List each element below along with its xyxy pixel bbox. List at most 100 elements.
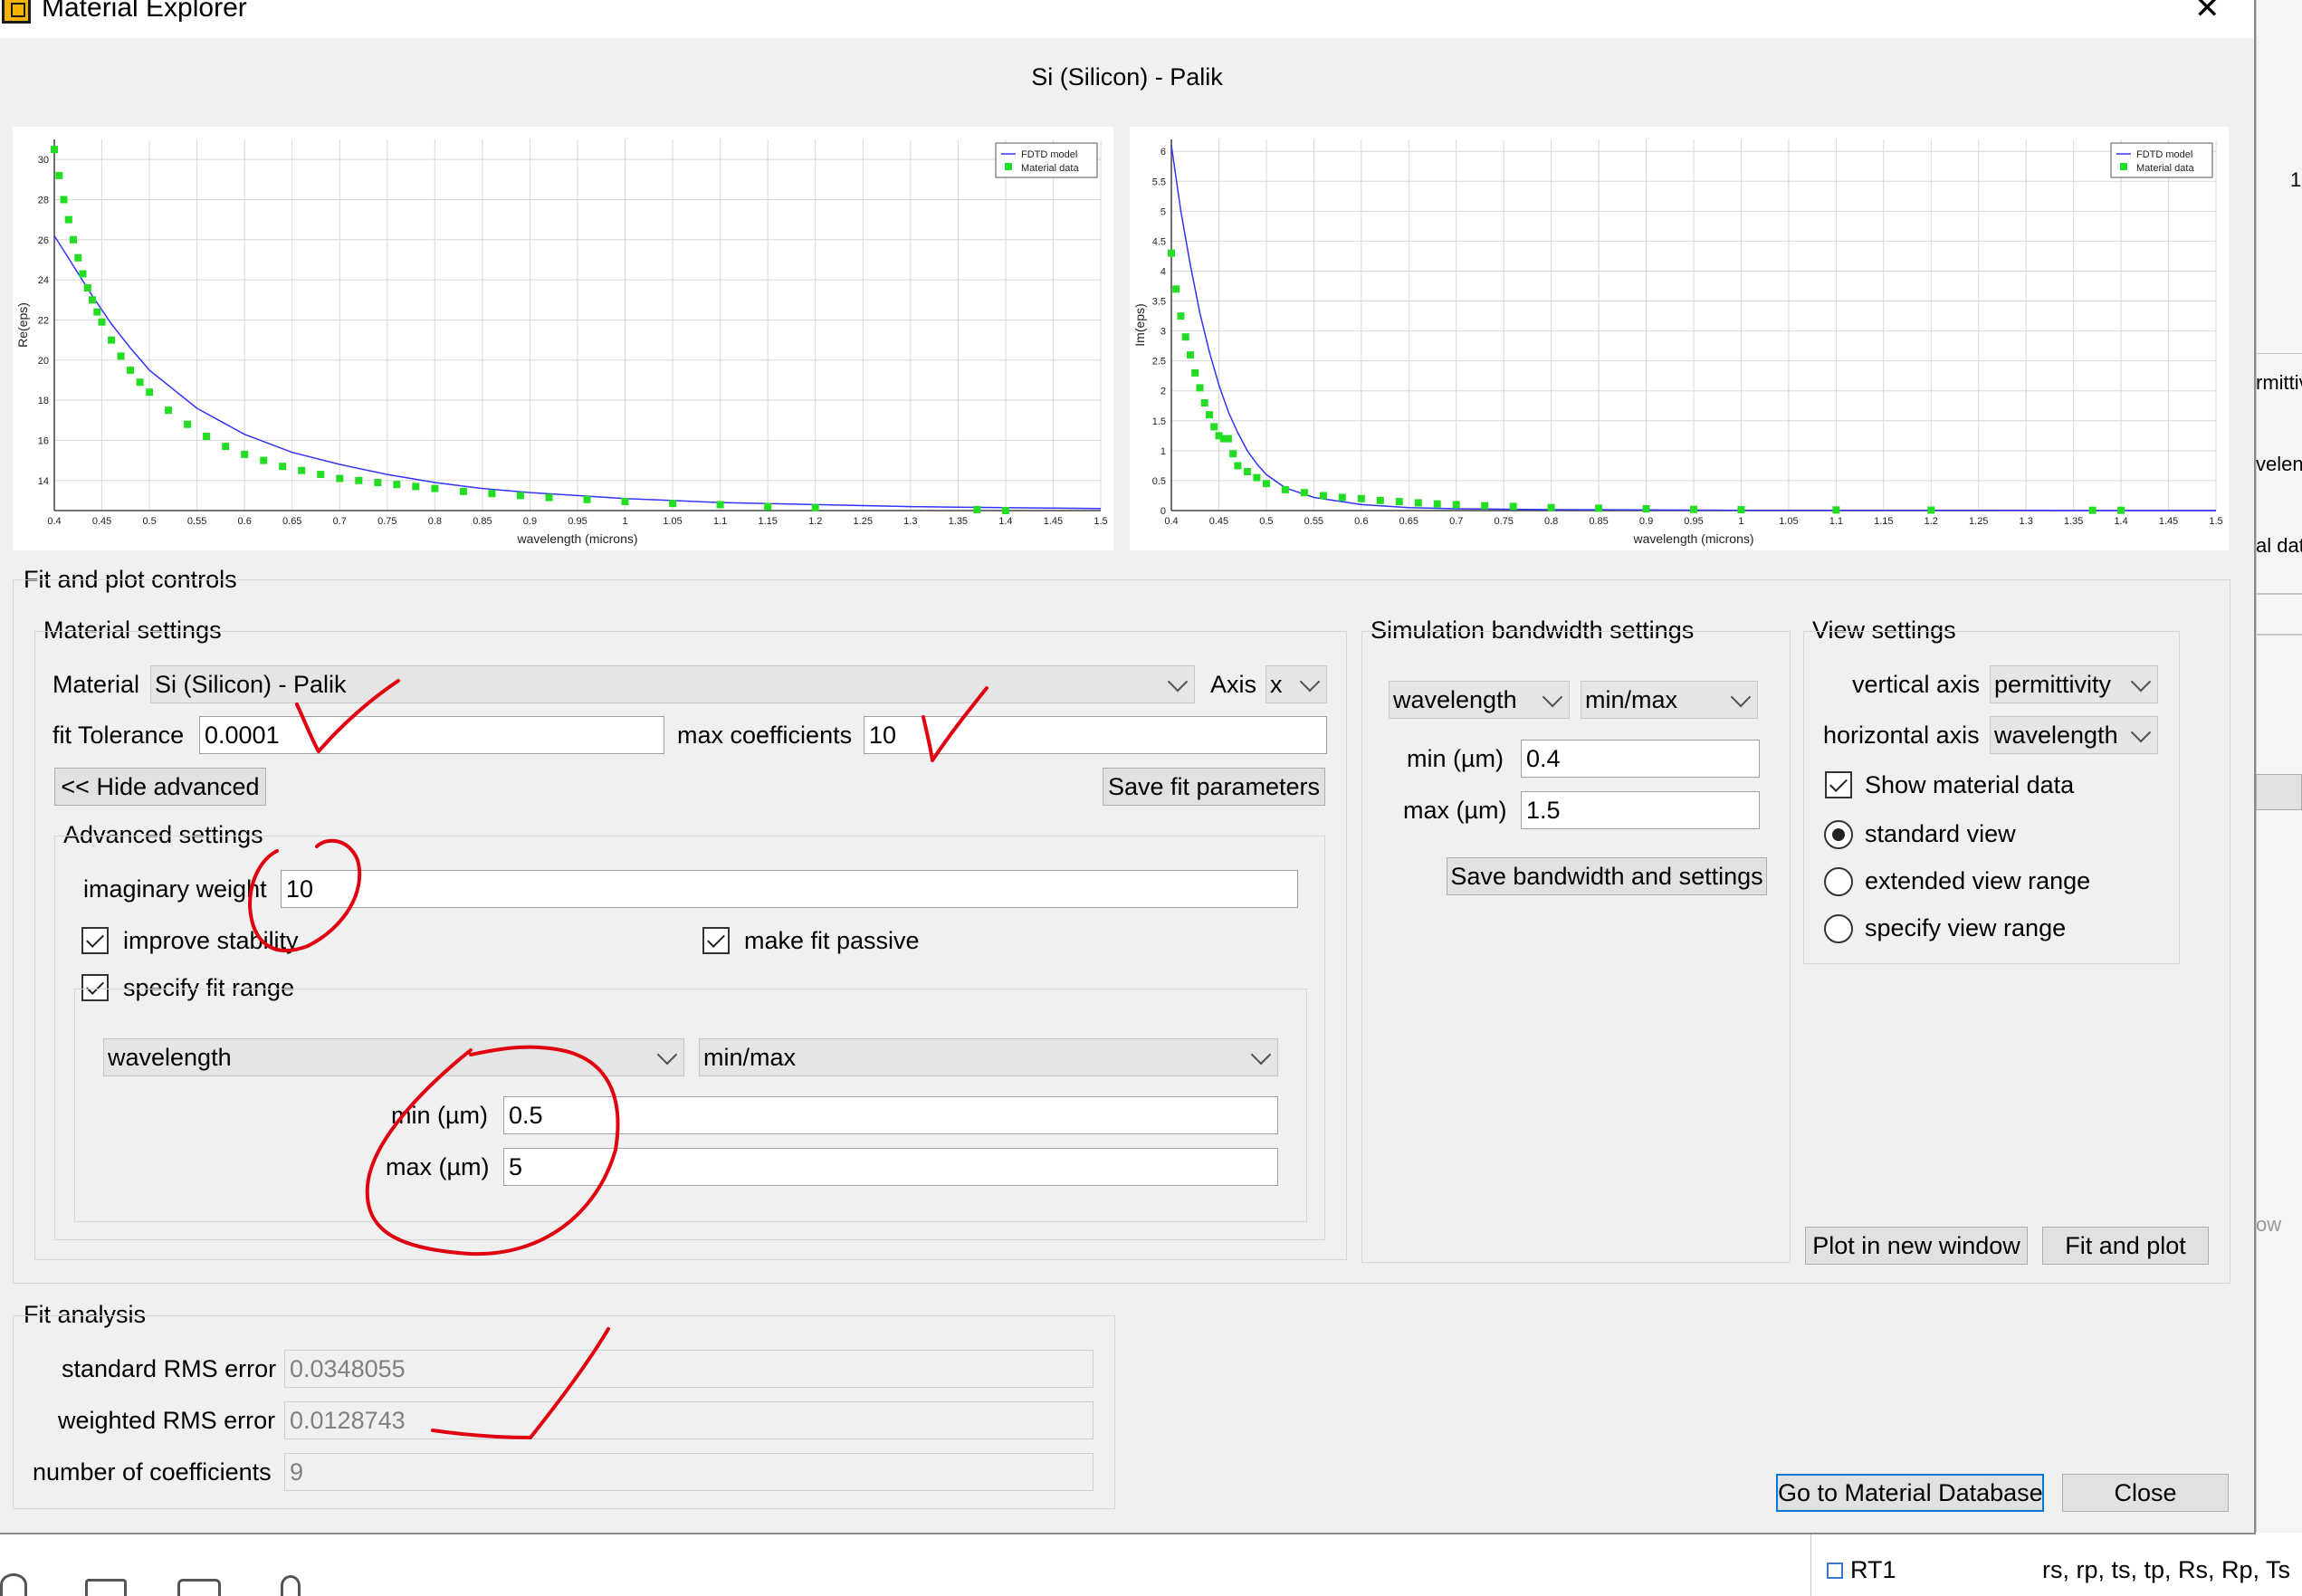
data-point <box>1281 485 1289 493</box>
save-fit-parameters-button[interactable]: Save fit parameters <box>1103 768 1325 806</box>
y-tick-label: 5 <box>1161 206 1166 217</box>
weighted-rms-label: weighted RMS error <box>58 1407 276 1434</box>
data-point <box>1300 489 1308 497</box>
horizontal-axis-value: wavelength <box>1994 722 2118 749</box>
standard-rms-label: standard RMS error <box>62 1355 277 1382</box>
standard-view-radio[interactable] <box>1824 820 1853 849</box>
bandwidth-min-label: min (µm) <box>1407 745 1504 772</box>
axis-select[interactable]: x <box>1266 665 1327 703</box>
data-point <box>716 501 724 509</box>
bandwidth-min-input[interactable]: 0.4 <box>1521 740 1760 778</box>
data-point <box>2088 506 2097 514</box>
close-icon[interactable]: ✕ <box>2194 0 2221 24</box>
fit-range-min-input[interactable]: 0.5 <box>503 1096 1278 1134</box>
improve-stability-checkbox[interactable] <box>81 927 109 954</box>
bandwidth-mode-select[interactable]: min/max <box>1581 681 1758 719</box>
data-point <box>79 270 87 278</box>
y-tick-label: 24 <box>38 275 49 286</box>
data-point <box>1001 507 1009 514</box>
show-material-data-checkbox[interactable] <box>1825 771 1852 798</box>
material-explorer-dialog: Material Explorer ✕ Si (Silicon) - Palik… <box>0 0 2256 1534</box>
bandwidth-quantity-select[interactable]: wavelength <box>1389 681 1570 719</box>
chevron-down-icon <box>1299 671 1321 693</box>
fit-range-mode-select[interactable]: min/max <box>699 1038 1278 1076</box>
legend-swatch-data <box>2120 163 2127 170</box>
fit-range-quantity-select[interactable]: wavelength <box>103 1038 684 1076</box>
x-tick-label: 1 <box>1738 516 1743 527</box>
fit-range-quantity-value: wavelength <box>108 1044 232 1071</box>
standard-view-label: standard view <box>1865 820 2016 847</box>
chevron-down-icon <box>1730 686 1752 708</box>
data-point <box>260 456 268 464</box>
x-tick-label: 1.05 <box>663 516 682 527</box>
vertical-axis-select[interactable]: permittivity <box>1990 665 2158 703</box>
legend-label-data: Material data <box>1021 163 1079 174</box>
material-select[interactable]: Si (Silicon) - Palik <box>150 665 1195 703</box>
fit-and-plot-button[interactable]: Fit and plot <box>2042 1227 2209 1265</box>
taskbar-icon[interactable] <box>281 1575 301 1596</box>
x-tick-label: 0.4 <box>1164 516 1178 527</box>
window-title: Material Explorer <box>42 0 247 23</box>
data-point <box>1262 480 1270 488</box>
background-button[interactable] <box>2256 774 2302 810</box>
data-point <box>1376 496 1384 504</box>
x-tick-label: 1.2 <box>1925 516 1938 527</box>
data-point <box>89 296 96 304</box>
hide-advanced-button[interactable]: << Hide advanced <box>54 768 266 806</box>
save-bandwidth-button[interactable]: Save bandwidth and settings <box>1447 857 1767 895</box>
tree-item-label[interactable]: RT1 <box>1850 1556 1896 1584</box>
background-fragment: al data <box>2256 534 2302 557</box>
x-tick-label: 0.7 <box>1449 516 1463 527</box>
plot-in-new-window-button[interactable]: Plot in new window <box>1805 1227 2028 1265</box>
x-tick-label: 0.55 <box>187 516 206 527</box>
x-tick-label: 0.8 <box>428 516 442 527</box>
specify-view-radio[interactable] <box>1824 914 1853 943</box>
y-tick-label: 4.5 <box>1152 236 1166 247</box>
x-tick-label: 1.45 <box>1044 516 1063 527</box>
x-tick-label: 1.25 <box>1969 516 1988 527</box>
data-point <box>583 495 591 503</box>
data-point <box>203 433 211 440</box>
data-point <box>1832 506 1840 514</box>
fit-tolerance-input[interactable]: 0.0001 <box>199 716 664 754</box>
horizontal-axis-select[interactable]: wavelength <box>1990 716 2158 754</box>
fit-range-min-label: min (µm) <box>391 1102 489 1129</box>
re-eps-chart-svg: 0.4 0.45 0.5 0.55 0.6 0.65 0.7 0.75 0.8 0.85 0.9 0.… <box>15 139 1108 546</box>
x-tick-label: 0.55 <box>1304 516 1323 527</box>
fit-range-mode-value: min/max <box>703 1044 797 1071</box>
x-tick-label: 1.25 <box>854 516 873 527</box>
data-point <box>1433 500 1441 508</box>
bandwidth-max-input[interactable]: 1.5 <box>1521 791 1760 829</box>
y-tick-label: 5.5 <box>1152 177 1166 187</box>
make-fit-passive-label: make fit passive <box>744 927 920 954</box>
taskbar-icon[interactable] <box>85 1579 127 1596</box>
fit-range-max-input[interactable]: 5 <box>503 1148 1278 1186</box>
weighted-rms-value: 0.0128743 <box>284 1401 1094 1439</box>
y-tick-label: 30 <box>38 155 49 166</box>
x-tick-label: 0.75 <box>1494 516 1513 527</box>
data-point <box>127 366 135 374</box>
imaginary-weight-input[interactable]: 10 <box>281 870 1298 908</box>
x-tick-label: 1.5 <box>2209 516 2222 527</box>
data-point <box>431 484 439 492</box>
legend-label-model: FDTD model <box>2136 149 2192 160</box>
data-point <box>1595 504 1603 512</box>
data-point <box>764 502 772 511</box>
close-button[interactable]: Close <box>2062 1474 2229 1512</box>
go-to-material-database-button[interactable]: Go to Material Database <box>1776 1474 2044 1512</box>
x-tick-label: 0.45 <box>92 516 111 527</box>
taskbar-icon[interactable] <box>0 1573 27 1596</box>
data-point <box>136 378 144 387</box>
background-fragment: ow <box>2256 1213 2282 1236</box>
x-axis-label: wavelength (microns) <box>1632 531 1753 546</box>
max-coefficients-input[interactable]: 10 <box>864 716 1327 754</box>
make-fit-passive-checkbox[interactable] <box>702 927 730 954</box>
taskbar-icon[interactable] <box>177 1579 221 1596</box>
data-point <box>1319 492 1327 500</box>
data-point <box>1181 333 1189 341</box>
extended-view-radio[interactable] <box>1824 867 1853 896</box>
material-select-value: Si (Silicon) - Palik <box>155 671 347 698</box>
background-divider <box>2256 353 2302 354</box>
chevron-down-icon <box>2130 722 2152 743</box>
data-point <box>1547 503 1555 511</box>
